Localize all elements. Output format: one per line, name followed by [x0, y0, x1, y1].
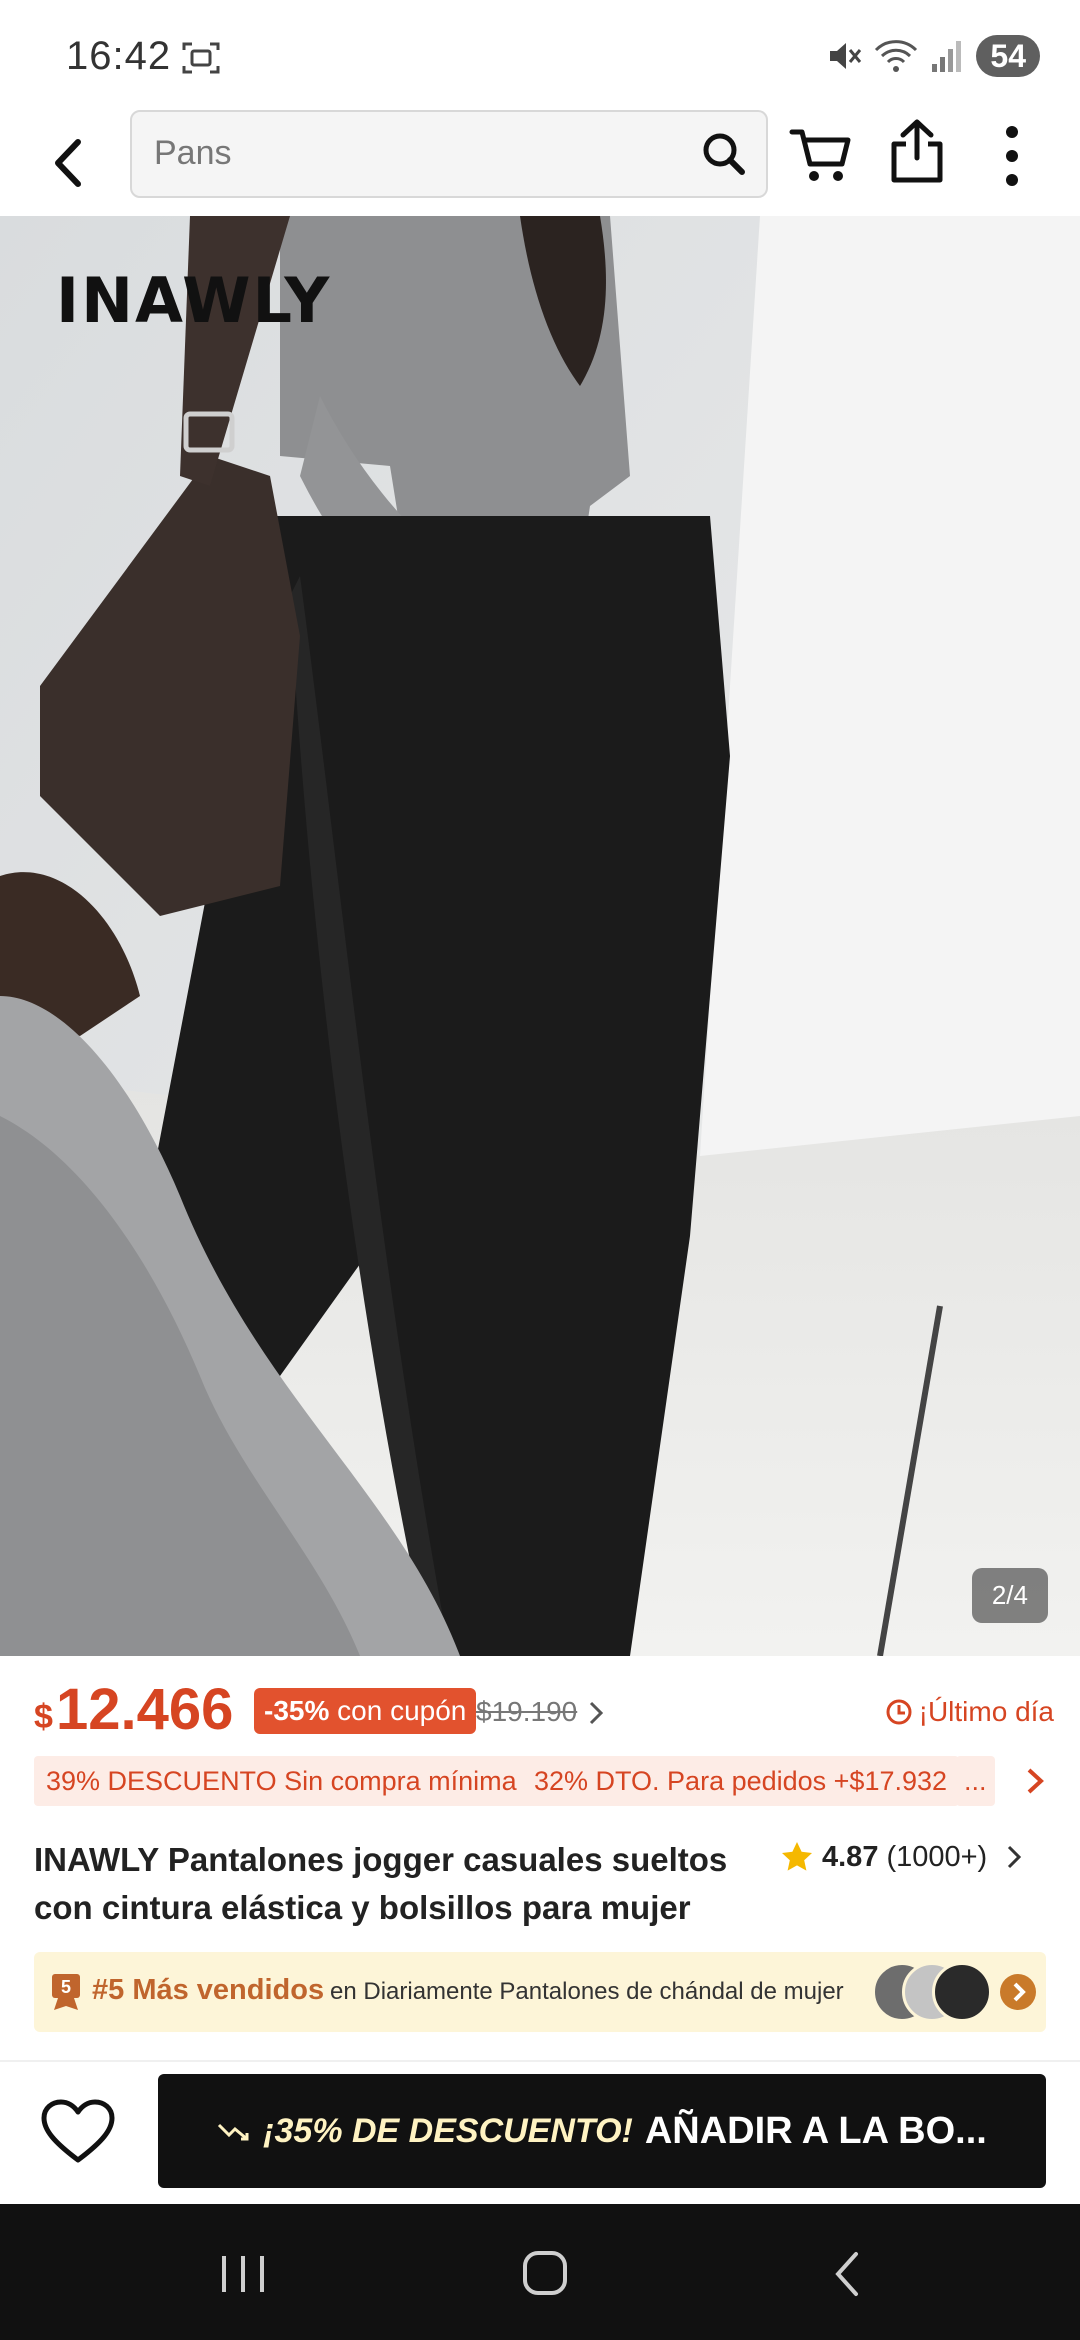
back-nav-icon[interactable]	[832, 2250, 862, 2298]
coupon-discount-badge: -35% con cupón	[254, 1688, 477, 1734]
svg-text:5: 5	[61, 1977, 71, 1997]
search-input[interactable]: Pans	[154, 134, 232, 173]
chevron-right-icon[interactable]	[1005, 1844, 1023, 1870]
share-icon[interactable]	[888, 118, 946, 184]
currency-symbol: $	[34, 1698, 53, 1736]
product-title: INAWLY Pantalones jogger casuales suelto…	[34, 1841, 728, 1926]
app-bar: Pans	[0, 110, 1080, 216]
rating-summary[interactable]: 4.87 (1000+)	[780, 1840, 1023, 1874]
battery-level: 54	[976, 35, 1040, 77]
star-icon	[782, 1842, 812, 1871]
brand-watermark: INAWLY	[56, 264, 332, 337]
add-to-bag-button[interactable]: ¡35% DE DESCUENTO! AÑADIR A LA BO...	[158, 2074, 1046, 2188]
product-image-carousel[interactable]: INAWLY 2/4	[0, 216, 1080, 1656]
last-day-label: ¡Último día	[918, 1696, 1054, 1727]
price-row: $ 12.466 -35% con cupón $19.190 ¡Último …	[34, 1676, 1054, 1742]
current-price: 12.466	[56, 1677, 234, 1742]
coupon-chip[interactable]: 32% DTO. Para pedidos +$17.932	[522, 1756, 960, 1806]
best-seller-rank: #5 Más vendidos	[92, 1974, 325, 2006]
chevron-right-icon	[1013, 1982, 1026, 2002]
system-nav-bar	[0, 2204, 1080, 2340]
chevron-right-icon[interactable]	[1024, 1766, 1046, 1796]
screen-capture-icon	[182, 42, 220, 74]
heart-icon[interactable]	[40, 2098, 116, 2166]
rating-score: 4.87	[822, 1840, 879, 1873]
original-price[interactable]: $19.190	[476, 1696, 577, 1728]
more-options-icon[interactable]	[1000, 124, 1024, 188]
medal-icon: 5	[52, 1974, 80, 2010]
best-seller-banner[interactable]: 5 #5 Más vendidos en Diariamente Pantalo…	[34, 1952, 1046, 2032]
coupon-chip-more[interactable]: ...	[956, 1756, 995, 1806]
related-thumbnails	[872, 1962, 996, 2022]
review-count: (1000+)	[886, 1840, 988, 1873]
trend-down-icon	[218, 2123, 249, 2141]
search-icon[interactable]	[700, 130, 748, 178]
search-bar[interactable]: Pans	[130, 110, 768, 198]
discount-percent: -35%	[264, 1695, 330, 1726]
coupon-chip[interactable]: 39% DESCUENTO Sin compra mínima	[34, 1756, 529, 1806]
discount-label: con cupón	[337, 1695, 467, 1726]
back-arrow-icon[interactable]	[40, 128, 100, 198]
deal-timer[interactable]: ¡Último día	[885, 1696, 1054, 1728]
status-bar: 16:42 54	[0, 0, 1080, 110]
image-counter: 2/4	[971, 1568, 1048, 1623]
add-button-promo: ¡35% DE DESCUENTO!	[263, 2111, 633, 2150]
home-icon[interactable]	[522, 2250, 568, 2296]
best-seller-category: en Diariamente Pantalones de chándal de …	[330, 1978, 844, 2005]
thumbnail	[932, 1962, 992, 2022]
mute-icon	[830, 43, 862, 69]
status-time: 16:42	[66, 34, 172, 78]
status-icons: 54	[826, 34, 1040, 78]
divider	[0, 2060, 1080, 2062]
product-photo	[0, 216, 1080, 1656]
best-seller-go-button[interactable]	[1000, 1974, 1036, 2010]
coupon-row[interactable]: 39% DESCUENTO Sin compra mínima 32% DTO.…	[34, 1756, 1054, 1806]
chevron-right-icon[interactable]	[586, 1700, 606, 1726]
recents-icon[interactable]	[218, 2254, 268, 2294]
cart-icon[interactable]	[788, 124, 852, 184]
clock-icon	[886, 1699, 912, 1725]
add-button-label: AÑADIR A LA BO...	[644, 2109, 987, 2152]
signal-icon	[932, 41, 962, 72]
wifi-icon	[875, 40, 918, 72]
